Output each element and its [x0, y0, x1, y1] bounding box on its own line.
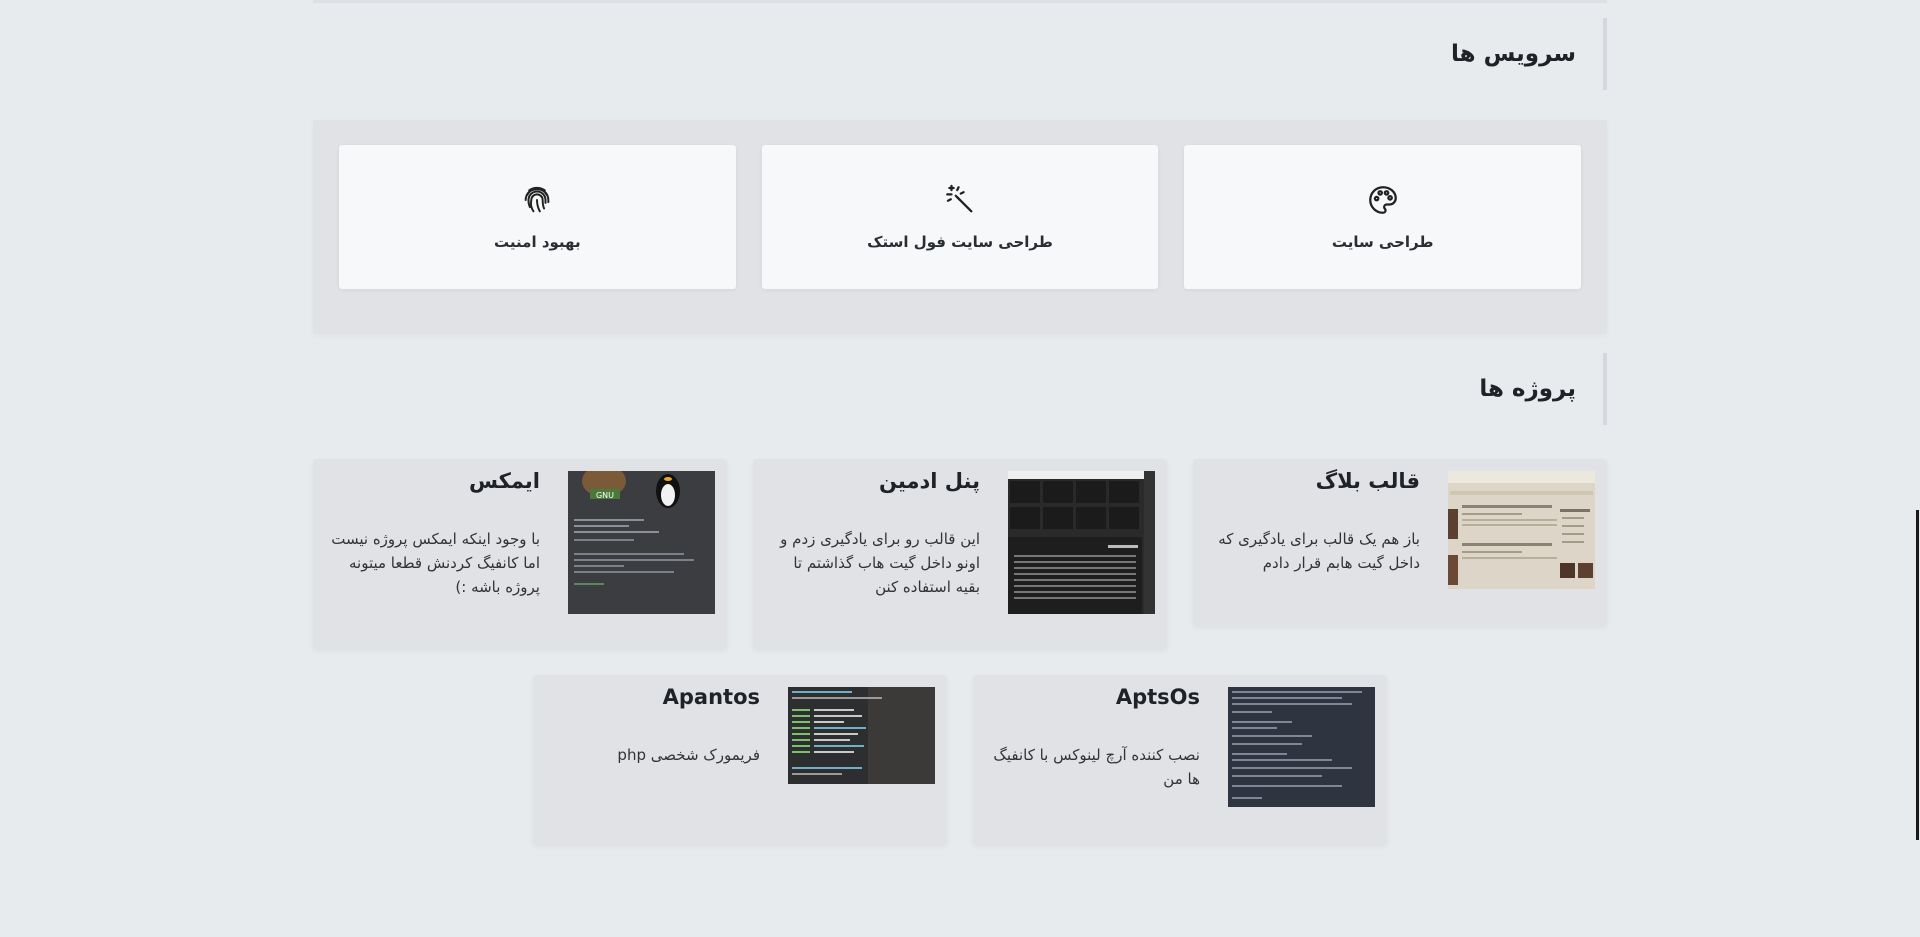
scrollbar[interactable]	[1914, 0, 1920, 937]
service-card-web-design[interactable]: طراحی سایت	[1184, 145, 1581, 289]
fingerprint-icon	[525, 186, 550, 213]
project-title: پنل ادمین	[879, 469, 980, 493]
service-label: بهبود امنیت	[494, 233, 581, 251]
service-label: طراحی سایت فول استک	[867, 233, 1053, 251]
scrollbar-thumb[interactable]	[1916, 510, 1919, 840]
project-card-admin-panel[interactable]: پنل ادمین این قالب رو برای یادگیری زدم و…	[753, 459, 1167, 649]
project-title: Apantos	[662, 685, 760, 709]
project-title: قالب بلاگ	[1315, 469, 1420, 493]
service-card-fullstack[interactable]: طراحی سایت فول استک	[761, 145, 1159, 289]
project-title: ایمکس	[468, 469, 540, 493]
projects-heading: پروژه ها	[1479, 353, 1607, 425]
project-thumbnail	[1448, 471, 1595, 589]
project-card-aptsos[interactable]: AptsOs نصب کننده آرچ لینوکس با کانفیگ ها…	[973, 675, 1387, 845]
services-title: سرویس ها	[1451, 41, 1576, 67]
project-card-apantos[interactable]: Apantos فریمورک شخصی php	[533, 675, 947, 845]
magic-wand-icon	[946, 184, 973, 213]
project-description: باز هم یک قالب برای یادگیری که داخل گیت …	[1218, 530, 1420, 572]
project-description: فریمورک شخصی php	[617, 746, 760, 764]
project-description: با وجود اینکه ایمکس پروژه نیست اما کانفی…	[331, 530, 540, 596]
project-description: این قالب رو برای یادگیری زدم و اونو داخل…	[780, 530, 980, 596]
project-thumbnail	[1008, 471, 1155, 614]
services-panel: طراحی سایت طراحی سایت فول استک بهبود امن…	[313, 120, 1607, 334]
service-card-security[interactable]: بهبود امنیت	[338, 145, 736, 289]
service-label: طراحی سایت	[1331, 233, 1434, 251]
project-title: AptsOs	[1115, 685, 1200, 709]
gnu-logo-text: GNU	[596, 491, 614, 500]
services-heading: سرویس ها	[1451, 18, 1607, 90]
project-card-emacs[interactable]: GNU ایمکس با وجود اینکه ایمکس پروژه نیست…	[313, 459, 727, 649]
project-thumbnail	[1228, 687, 1375, 807]
projects-title: پروژه ها	[1479, 376, 1576, 402]
project-thumbnail: GNU	[568, 471, 715, 614]
palette-icon	[1368, 186, 1397, 214]
project-thumbnail	[788, 687, 935, 784]
project-card-blog[interactable]: قالب بلاگ باز هم یک قالب برای یادگیری که…	[1193, 459, 1607, 626]
project-description: نصب کننده آرچ لینوکس با کانفیگ ها من	[993, 746, 1200, 788]
top-divider	[313, 0, 1607, 3]
